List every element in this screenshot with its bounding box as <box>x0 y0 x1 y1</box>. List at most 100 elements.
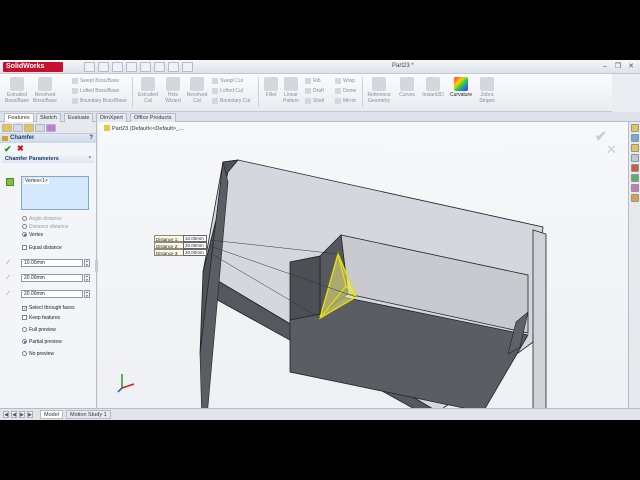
search-icon[interactable] <box>630 154 639 162</box>
tab-model[interactable]: Model <box>40 410 63 419</box>
next-tab-arrow[interactable]: ▶ <box>19 411 25 418</box>
last-tab-arrow[interactable]: ▶ <box>27 411 33 418</box>
chamfer-parameters-group[interactable]: Chamfer Parameters ⌃ <box>2 155 94 163</box>
display-manager-icon[interactable] <box>46 124 56 132</box>
minimize-button[interactable]: – <box>600 62 610 71</box>
separator <box>132 77 133 107</box>
resources-icon[interactable] <box>630 124 639 132</box>
part-model-view[interactable] <box>98 122 628 408</box>
boundary-icon <box>72 97 78 104</box>
solidworks-logo[interactable]: SolidWorks <box>3 62 63 72</box>
select-through-faces-checkbox[interactable]: ✓ Select through faces <box>22 305 75 312</box>
extruded-cut-button[interactable]: Extruded Cut <box>135 77 161 104</box>
tab-office-products[interactable]: Office Products <box>130 113 176 122</box>
swept-boss-label: Swept Boss/Base <box>80 78 120 84</box>
draft-button[interactable]: Draft <box>305 87 324 95</box>
new-icon[interactable] <box>84 62 95 72</box>
curvature-label: Curvature <box>450 92 472 98</box>
swept-boss-button[interactable]: Swept Boss/Base <box>72 77 119 85</box>
first-tab-arrow[interactable]: ◀ <box>3 411 9 418</box>
hole-wizard-button[interactable]: Hole Wizard <box>160 77 186 104</box>
open-icon[interactable] <box>98 62 109 72</box>
callout-value-3[interactable]: 20.00mm <box>183 249 207 256</box>
graphics-area[interactable]: Part23 (Default<<Default>_... ✔ ✕ Distan… <box>98 122 628 408</box>
partial-preview-option[interactable]: Partial preview <box>22 339 62 346</box>
swept-cut-button[interactable]: Swept Cut <box>212 77 243 85</box>
help-button[interactable]: ? <box>89 134 93 143</box>
custom-properties-icon[interactable] <box>630 184 639 192</box>
curvature-button[interactable]: Curvature <box>448 77 474 98</box>
revolved-cut-button[interactable]: Revolved Cut <box>184 77 210 104</box>
callout-row-1[interactable]: Distance 1: 10.00mm <box>154 235 207 242</box>
tab-dimxpert[interactable]: DimXpert <box>96 113 127 122</box>
vertex-option[interactable]: Vertex <box>22 232 43 239</box>
wrap-button[interactable]: Wrap <box>335 77 355 85</box>
instant3d-button[interactable]: Instant3D <box>420 77 446 98</box>
dome-icon <box>335 87 341 94</box>
lofted-boss-button[interactable]: Lofted Boss/Base <box>72 87 119 95</box>
rebuild-icon[interactable] <box>168 62 179 72</box>
prev-tab-arrow[interactable]: ◀ <box>11 411 17 418</box>
equal-distance-checkbox[interactable]: Equal distance <box>22 245 62 252</box>
tab-motion-study[interactable]: Motion Study 1 <box>66 410 111 419</box>
undo-icon[interactable] <box>140 62 151 72</box>
keep-features-checkbox[interactable]: Keep features <box>22 315 60 322</box>
distance-2-spinner[interactable]: ▲ ▼ <box>84 274 90 282</box>
select-icon[interactable] <box>154 62 165 72</box>
design-library-icon[interactable] <box>630 134 639 142</box>
selection-item[interactable]: Vertex<1> <box>24 178 49 184</box>
revolved-boss-button[interactable]: Revolved Boss/Base <box>32 77 58 104</box>
save-icon[interactable] <box>112 62 123 72</box>
scenes-icon[interactable] <box>630 194 639 202</box>
print-icon[interactable] <box>126 62 137 72</box>
dimxpert-manager-icon[interactable] <box>35 124 45 132</box>
no-preview-option[interactable]: No preview <box>22 351 54 358</box>
checkbox-icon <box>22 245 27 250</box>
distance-callout[interactable]: Distance 1: 10.00mm Distance 2: 20.00mm Di… <box>154 235 207 256</box>
full-preview-option[interactable]: Full preview <box>22 327 56 334</box>
options-icon[interactable] <box>182 62 193 72</box>
distance-1-field[interactable]: 10.00mm <box>21 259 83 267</box>
distance-3-spinner[interactable]: ▲ ▼ <box>84 290 90 298</box>
distance-1-spinner[interactable]: ▲ ▼ <box>84 259 90 267</box>
lofted-cut-icon <box>212 87 218 94</box>
tab-evaluate[interactable]: Evaluate <box>64 113 94 122</box>
reference-geometry-button[interactable]: Reference Geometry <box>364 77 394 104</box>
boundary-cut-icon <box>212 97 218 104</box>
dome-button[interactable]: Dome <box>335 87 356 95</box>
shell-button[interactable]: Shell <box>305 97 324 105</box>
restore-button[interactable]: ❐ <box>613 62 623 71</box>
property-manager-icon[interactable] <box>13 124 23 132</box>
linear-pattern-button[interactable]: Linear Pattern <box>278 77 304 104</box>
boundary-cut-button[interactable]: Boundary Cut <box>212 97 251 105</box>
configuration-manager-icon[interactable] <box>24 124 34 132</box>
mirror-button[interactable]: Mirror <box>335 97 356 105</box>
revolve-icon <box>38 77 52 91</box>
close-button[interactable]: ✕ <box>626 62 636 71</box>
cancel-button[interactable]: ✖ <box>17 144 24 153</box>
distance-2-field[interactable]: 20.00mm <box>21 274 83 282</box>
distance-3-field[interactable]: 20.00mm <box>21 290 83 298</box>
distance-distance-option[interactable]: Distance distance <box>22 224 68 231</box>
callout-value-2[interactable]: 20.00mm <box>183 242 207 249</box>
ok-button[interactable]: ✔ <box>4 144 12 155</box>
callout-value-1[interactable]: 10.00mm <box>183 235 207 242</box>
rib-button[interactable]: Rib <box>305 77 321 85</box>
zebra-stripes-button[interactable]: Zebra Stripes <box>474 77 500 104</box>
view-palette-icon[interactable] <box>630 164 639 172</box>
extrude-icon <box>10 77 24 91</box>
curves-button[interactable]: Curves <box>394 77 420 98</box>
collapse-icon[interactable]: ⌃ <box>88 155 92 163</box>
file-explorer-icon[interactable] <box>630 144 639 152</box>
selection-list[interactable]: Vertex<1> <box>21 176 89 210</box>
feature-tree-icon[interactable] <box>2 124 12 132</box>
extruded-boss-button[interactable]: Extruded Boss/Base <box>4 77 30 104</box>
callout-row-2[interactable]: Distance 2: 20.00mm <box>154 242 207 249</box>
boundary-boss-button[interactable]: Boundary Boss/Base <box>72 97 127 105</box>
appearances-icon[interactable] <box>630 174 639 182</box>
tab-sketch[interactable]: Sketch <box>36 113 61 122</box>
tab-features[interactable]: Features <box>4 113 34 122</box>
angle-distance-option[interactable]: Angle distance <box>22 216 62 223</box>
lofted-cut-button[interactable]: Lofted Cut <box>212 87 243 95</box>
callout-row-3[interactable]: Distance 3: 20.00mm <box>154 249 207 256</box>
